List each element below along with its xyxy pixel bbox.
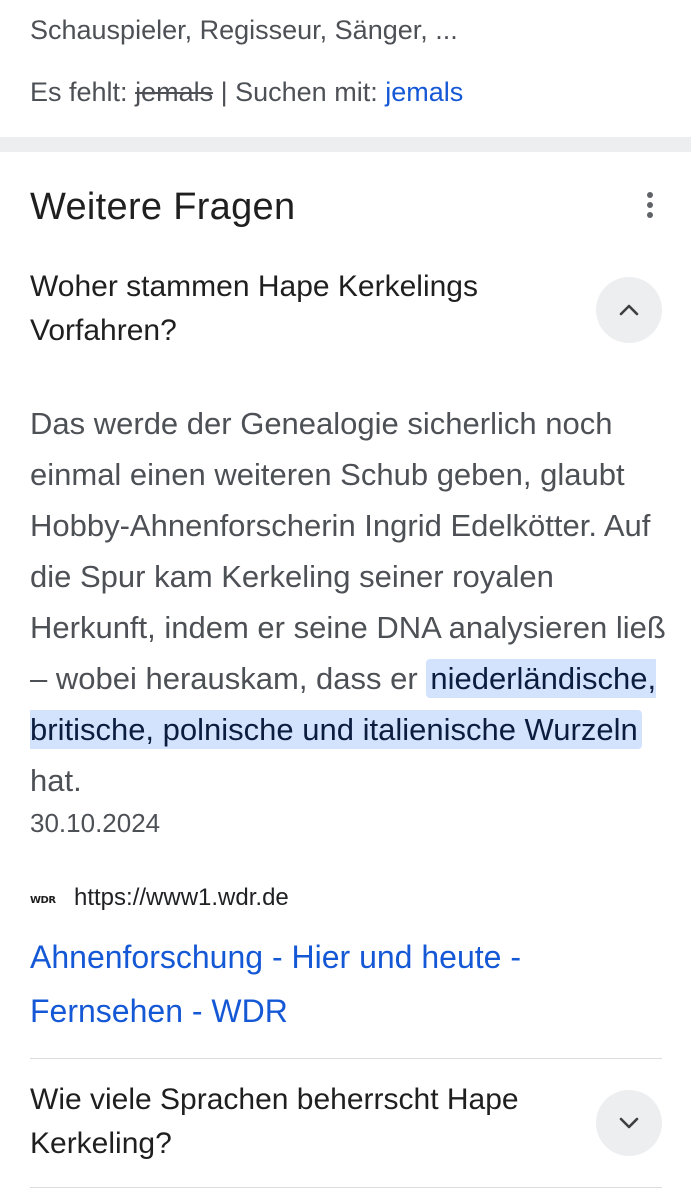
answer-text: Das werde der Genealogie sicherlich noch…	[30, 398, 670, 806]
wdr-logo: WDR	[30, 895, 56, 906]
question-2[interactable]: Wie viele Sprachen beherrscht Hape Kerke…	[30, 1078, 570, 1166]
source-url[interactable]: https://www1.wdr.de	[74, 884, 289, 912]
section-separator	[0, 137, 691, 152]
chevron-up-icon	[619, 304, 639, 316]
divider	[30, 1058, 662, 1059]
divider	[30, 1187, 662, 1188]
question-1[interactable]: Woher stammen Hape Kerkelings Vorfahren?	[30, 265, 570, 353]
chevron-down-icon	[619, 1117, 639, 1129]
answer-date: 30.10.2024	[30, 808, 161, 838]
people-also-ask-title: Weitere Fragen	[30, 186, 296, 228]
more-vert-icon[interactable]	[636, 190, 664, 220]
expand-button[interactable]	[596, 1090, 662, 1156]
missing-terms-line: Es fehlt: jemals | Suchen mit: jemals	[30, 77, 463, 108]
previous-result-card: Schauspieler, Regisseur, Sänger, ... Es …	[0, 0, 691, 137]
missing-label: Es fehlt:	[30, 77, 128, 107]
search-with-link[interactable]: jemals	[385, 77, 463, 107]
search-with-label: | Suchen mit:	[220, 77, 378, 107]
answer-text-after: hat.	[30, 763, 82, 798]
collapse-button[interactable]	[596, 277, 662, 343]
missing-term: jemals	[135, 77, 214, 107]
answer-text-before: Das werde der Genealogie sicherlich noch…	[30, 406, 666, 696]
result-title-link[interactable]: Ahnenforschung - Hier und heute - Fernse…	[30, 930, 630, 1038]
result-snippet-tail: Schauspieler, Regisseur, Sänger, ...	[30, 15, 458, 45]
